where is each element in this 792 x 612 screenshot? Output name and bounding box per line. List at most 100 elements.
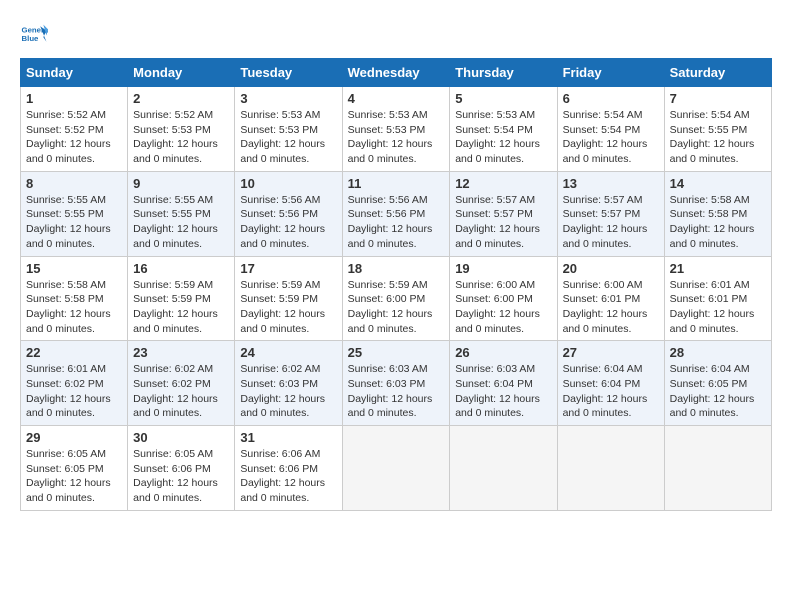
cell-week2-day1: 9 Sunrise: 5:55 AM Sunset: 5:55 PM Dayli…: [128, 171, 235, 256]
cell-week4-day1: 23 Sunrise: 6:02 AM Sunset: 6:02 PM Dayl…: [128, 341, 235, 426]
header-tuesday: Tuesday: [235, 59, 342, 87]
cell-week3-day4: 19 Sunrise: 6:00 AM Sunset: 6:00 PM Dayl…: [450, 256, 557, 341]
cell-week4-day5: 27 Sunrise: 6:04 AM Sunset: 6:04 PM Dayl…: [557, 341, 664, 426]
day-number: 1: [26, 91, 122, 106]
cell-week4-day6: 28 Sunrise: 6:04 AM Sunset: 6:05 PM Dayl…: [664, 341, 771, 426]
header-monday: Monday: [128, 59, 235, 87]
cell-week1-day6: 7 Sunrise: 5:54 AM Sunset: 5:55 PM Dayli…: [664, 87, 771, 172]
cell-week2-day0: 8 Sunrise: 5:55 AM Sunset: 5:55 PM Dayli…: [21, 171, 128, 256]
day-number: 25: [348, 345, 445, 360]
day-info: Sunrise: 5:56 AM Sunset: 5:56 PM Dayligh…: [348, 193, 445, 252]
cell-week5-day1: 30 Sunrise: 6:05 AM Sunset: 6:06 PM Dayl…: [128, 426, 235, 511]
cell-week5-day2: 31 Sunrise: 6:06 AM Sunset: 6:06 PM Dayl…: [235, 426, 342, 511]
day-info: Sunrise: 5:58 AM Sunset: 5:58 PM Dayligh…: [670, 193, 766, 252]
cell-week3-day1: 16 Sunrise: 5:59 AM Sunset: 5:59 PM Dayl…: [128, 256, 235, 341]
cell-week1-day4: 5 Sunrise: 5:53 AM Sunset: 5:54 PM Dayli…: [450, 87, 557, 172]
day-number: 5: [455, 91, 551, 106]
day-number: 10: [240, 176, 336, 191]
day-number: 28: [670, 345, 766, 360]
day-info: Sunrise: 5:57 AM Sunset: 5:57 PM Dayligh…: [455, 193, 551, 252]
day-info: Sunrise: 5:53 AM Sunset: 5:54 PM Dayligh…: [455, 108, 551, 167]
week-row-3: 15 Sunrise: 5:58 AM Sunset: 5:58 PM Dayl…: [21, 256, 772, 341]
header-wednesday: Wednesday: [342, 59, 450, 87]
day-info: Sunrise: 5:59 AM Sunset: 5:59 PM Dayligh…: [240, 278, 336, 337]
cell-week5-day4: [450, 426, 557, 511]
day-number: 29: [26, 430, 122, 445]
week-row-5: 29 Sunrise: 6:05 AM Sunset: 6:05 PM Dayl…: [21, 426, 772, 511]
cell-week1-day5: 6 Sunrise: 5:54 AM Sunset: 5:54 PM Dayli…: [557, 87, 664, 172]
day-info: Sunrise: 6:03 AM Sunset: 6:03 PM Dayligh…: [348, 362, 445, 421]
cell-week5-day5: [557, 426, 664, 511]
day-number: 26: [455, 345, 551, 360]
day-info: Sunrise: 6:01 AM Sunset: 6:01 PM Dayligh…: [670, 278, 766, 337]
day-info: Sunrise: 5:54 AM Sunset: 5:55 PM Dayligh…: [670, 108, 766, 167]
cell-week5-day6: [664, 426, 771, 511]
day-info: Sunrise: 6:01 AM Sunset: 6:02 PM Dayligh…: [26, 362, 122, 421]
day-number: 24: [240, 345, 336, 360]
day-info: Sunrise: 6:00 AM Sunset: 6:00 PM Dayligh…: [455, 278, 551, 337]
cell-week3-day3: 18 Sunrise: 5:59 AM Sunset: 6:00 PM Dayl…: [342, 256, 450, 341]
day-info: Sunrise: 6:02 AM Sunset: 6:02 PM Dayligh…: [133, 362, 229, 421]
cell-week4-day0: 22 Sunrise: 6:01 AM Sunset: 6:02 PM Dayl…: [21, 341, 128, 426]
svg-text:Blue: Blue: [22, 34, 40, 43]
day-number: 8: [26, 176, 122, 191]
cell-week1-day2: 3 Sunrise: 5:53 AM Sunset: 5:53 PM Dayli…: [235, 87, 342, 172]
day-number: 15: [26, 261, 122, 276]
cell-week3-day5: 20 Sunrise: 6:00 AM Sunset: 6:01 PM Dayl…: [557, 256, 664, 341]
day-number: 23: [133, 345, 229, 360]
day-number: 2: [133, 91, 229, 106]
cell-week2-day3: 11 Sunrise: 5:56 AM Sunset: 5:56 PM Dayl…: [342, 171, 450, 256]
day-number: 18: [348, 261, 445, 276]
calendar-table: SundayMondayTuesdayWednesdayThursdayFrid…: [20, 58, 772, 511]
page-header: General Blue: [20, 20, 772, 48]
day-info: Sunrise: 6:04 AM Sunset: 6:04 PM Dayligh…: [563, 362, 659, 421]
day-info: Sunrise: 5:53 AM Sunset: 5:53 PM Dayligh…: [348, 108, 445, 167]
day-info: Sunrise: 6:04 AM Sunset: 6:05 PM Dayligh…: [670, 362, 766, 421]
cell-week4-day3: 25 Sunrise: 6:03 AM Sunset: 6:03 PM Dayl…: [342, 341, 450, 426]
day-number: 11: [348, 176, 445, 191]
cell-week2-day2: 10 Sunrise: 5:56 AM Sunset: 5:56 PM Dayl…: [235, 171, 342, 256]
header-sunday: Sunday: [21, 59, 128, 87]
day-info: Sunrise: 5:52 AM Sunset: 5:53 PM Dayligh…: [133, 108, 229, 167]
day-info: Sunrise: 6:03 AM Sunset: 6:04 PM Dayligh…: [455, 362, 551, 421]
day-number: 27: [563, 345, 659, 360]
day-info: Sunrise: 5:52 AM Sunset: 5:52 PM Dayligh…: [26, 108, 122, 167]
day-number: 16: [133, 261, 229, 276]
day-number: 30: [133, 430, 229, 445]
header-thursday: Thursday: [450, 59, 557, 87]
cell-week2-day6: 14 Sunrise: 5:58 AM Sunset: 5:58 PM Dayl…: [664, 171, 771, 256]
day-info: Sunrise: 5:58 AM Sunset: 5:58 PM Dayligh…: [26, 278, 122, 337]
cell-week5-day3: [342, 426, 450, 511]
day-number: 14: [670, 176, 766, 191]
day-number: 31: [240, 430, 336, 445]
day-info: Sunrise: 5:55 AM Sunset: 5:55 PM Dayligh…: [26, 193, 122, 252]
day-info: Sunrise: 5:54 AM Sunset: 5:54 PM Dayligh…: [563, 108, 659, 167]
day-info: Sunrise: 6:05 AM Sunset: 6:06 PM Dayligh…: [133, 447, 229, 506]
day-info: Sunrise: 5:55 AM Sunset: 5:55 PM Dayligh…: [133, 193, 229, 252]
day-number: 7: [670, 91, 766, 106]
week-row-2: 8 Sunrise: 5:55 AM Sunset: 5:55 PM Dayli…: [21, 171, 772, 256]
cell-week4-day4: 26 Sunrise: 6:03 AM Sunset: 6:04 PM Dayl…: [450, 341, 557, 426]
day-info: Sunrise: 6:02 AM Sunset: 6:03 PM Dayligh…: [240, 362, 336, 421]
day-info: Sunrise: 6:05 AM Sunset: 6:05 PM Dayligh…: [26, 447, 122, 506]
cell-week1-day3: 4 Sunrise: 5:53 AM Sunset: 5:53 PM Dayli…: [342, 87, 450, 172]
cell-week3-day0: 15 Sunrise: 5:58 AM Sunset: 5:58 PM Dayl…: [21, 256, 128, 341]
cell-week1-day0: 1 Sunrise: 5:52 AM Sunset: 5:52 PM Dayli…: [21, 87, 128, 172]
day-number: 9: [133, 176, 229, 191]
day-number: 4: [348, 91, 445, 106]
day-number: 22: [26, 345, 122, 360]
day-number: 17: [240, 261, 336, 276]
header-saturday: Saturday: [664, 59, 771, 87]
day-info: Sunrise: 5:53 AM Sunset: 5:53 PM Dayligh…: [240, 108, 336, 167]
day-info: Sunrise: 5:59 AM Sunset: 5:59 PM Dayligh…: [133, 278, 229, 337]
cell-week4-day2: 24 Sunrise: 6:02 AM Sunset: 6:03 PM Dayl…: [235, 341, 342, 426]
day-info: Sunrise: 5:59 AM Sunset: 6:00 PM Dayligh…: [348, 278, 445, 337]
week-row-1: 1 Sunrise: 5:52 AM Sunset: 5:52 PM Dayli…: [21, 87, 772, 172]
cell-week1-day1: 2 Sunrise: 5:52 AM Sunset: 5:53 PM Dayli…: [128, 87, 235, 172]
cell-week5-day0: 29 Sunrise: 6:05 AM Sunset: 6:05 PM Dayl…: [21, 426, 128, 511]
cell-week2-day4: 12 Sunrise: 5:57 AM Sunset: 5:57 PM Dayl…: [450, 171, 557, 256]
cell-week2-day5: 13 Sunrise: 5:57 AM Sunset: 5:57 PM Dayl…: [557, 171, 664, 256]
day-number: 13: [563, 176, 659, 191]
day-info: Sunrise: 5:57 AM Sunset: 5:57 PM Dayligh…: [563, 193, 659, 252]
day-number: 19: [455, 261, 551, 276]
